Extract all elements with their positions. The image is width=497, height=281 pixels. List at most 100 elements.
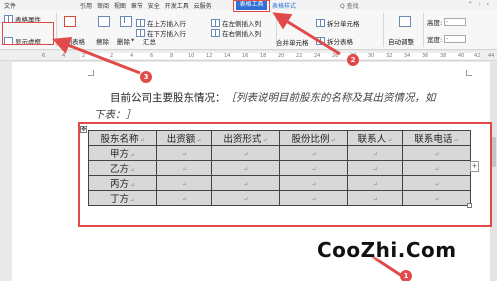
column-header[interactable]: 联系电话↵ bbox=[401, 130, 472, 146]
column-header[interactable]: 出资额↵ bbox=[156, 130, 212, 146]
table-cell[interactable]: ↵ bbox=[156, 160, 212, 176]
column-header[interactable]: 出资形式↵ bbox=[210, 130, 280, 146]
table-row: 丙方↵ ↵ ↵ ↵ ↵ ↵ bbox=[87, 175, 472, 191]
table-cell[interactable]: ↵ bbox=[347, 145, 403, 161]
ruler-tick: 20 bbox=[278, 53, 285, 59]
table-cell[interactable]: ↵ bbox=[278, 175, 349, 191]
margin-corner-mark bbox=[88, 70, 94, 76]
insert-row-below-button[interactable]: 在下方插入行 bbox=[136, 28, 186, 38]
ruler-tick: 22 bbox=[296, 53, 303, 59]
ruler-tick: 38 bbox=[440, 53, 447, 59]
column-header[interactable]: 联系人↵ bbox=[347, 130, 403, 146]
table-cell[interactable]: ↵ bbox=[210, 190, 280, 206]
table-cell[interactable]: ↵ bbox=[278, 190, 349, 206]
table-cell[interactable]: 乙方↵ bbox=[87, 160, 158, 176]
table-move-handle[interactable]: ✥ bbox=[80, 126, 87, 133]
tab-view[interactable]: 视图 bbox=[114, 3, 126, 10]
auto-fit-icon bbox=[399, 16, 411, 27]
column-header[interactable]: 股份比例↵ bbox=[278, 130, 349, 146]
width-label: 宽度: bbox=[427, 36, 443, 44]
column-header[interactable]: 股东名称↵ bbox=[87, 130, 158, 146]
tab-cloud[interactable]: 云服务 bbox=[194, 3, 212, 10]
step-badge-2: 2 bbox=[347, 54, 359, 66]
ruler-tick: 4 bbox=[130, 53, 134, 59]
step-badge-1: 1 bbox=[400, 270, 412, 281]
ruler-tick: 36 bbox=[422, 53, 429, 59]
table-cell[interactable]: 丙方↵ bbox=[87, 175, 158, 191]
insert-col-right-button[interactable]: 在右侧插入列 bbox=[211, 28, 261, 38]
width-input[interactable]: - bbox=[444, 35, 467, 43]
eraser-icon bbox=[98, 16, 110, 27]
draw-table-button[interactable] bbox=[64, 16, 78, 27]
ribbon-divider bbox=[423, 13, 424, 47]
table-cell[interactable]: 丁方↵ bbox=[87, 190, 158, 206]
table-cell[interactable]: 甲方↵ bbox=[87, 145, 158, 161]
split-cells-button[interactable]: 拆分单元格 bbox=[316, 18, 360, 28]
tab-reference[interactable]: 引用 bbox=[80, 3, 92, 10]
eraser-label: 擦除 bbox=[96, 38, 109, 46]
section-heading[interactable]: 目前公司主要股东情况：［列表说明目前股东的名称及其出资情况，如 bbox=[110, 90, 436, 105]
merge-cells-button[interactable]: 合并单元格 bbox=[276, 37, 309, 47]
height-input[interactable]: - bbox=[444, 18, 467, 26]
split-table-button[interactable]: 拆分表格 bbox=[316, 36, 353, 46]
add-column-plus-icon[interactable]: + bbox=[470, 161, 479, 172]
highlight-table-tools-tab bbox=[233, 0, 270, 12]
split-table-label: 拆分表格 bbox=[327, 38, 353, 46]
table-cell[interactable]: ↵ bbox=[401, 175, 472, 191]
margin-corner-mark bbox=[466, 70, 472, 76]
table-row: 甲方↵ ↵ ↵ ↵ ↵ ↵ bbox=[87, 145, 472, 161]
window-controls[interactable]: ⌃ : ‹ bbox=[468, 1, 491, 8]
ruler-tick: 2 bbox=[82, 53, 86, 59]
ruler-tick: 26 bbox=[332, 53, 339, 59]
table-cell[interactable]: ↵ bbox=[156, 145, 212, 161]
insert-left-icon bbox=[211, 19, 220, 27]
heading-continuation: 下表：］ bbox=[94, 109, 136, 121]
table-cell[interactable]: ↵ bbox=[156, 190, 212, 206]
ruler-tick: 14 bbox=[224, 53, 231, 59]
auto-fit-button[interactable] bbox=[399, 16, 413, 27]
table-cell[interactable]: ↵ bbox=[347, 190, 403, 206]
delete-button[interactable] bbox=[120, 16, 134, 27]
table-cell[interactable]: ↵ bbox=[347, 160, 403, 176]
table-row: 乙方↵ ↵ ↵ ↵ ↵ ↵ bbox=[87, 160, 472, 176]
ruler-tick: 6 bbox=[42, 53, 46, 59]
tab-developer[interactable]: 开发工具 bbox=[165, 3, 189, 10]
search-button[interactable]: Q 查找 bbox=[340, 1, 359, 10]
delete-dropdown-icon[interactable]: ▾ bbox=[131, 36, 134, 44]
table-resize-handle[interactable] bbox=[467, 203, 472, 208]
ruler-tick: 4 bbox=[62, 53, 66, 59]
table-cell[interactable]: ↵ bbox=[347, 175, 403, 191]
table-cell[interactable]: ↵ bbox=[401, 160, 472, 176]
delete-label: 删除 bbox=[117, 38, 130, 46]
tab-chapter[interactable]: 章节 bbox=[131, 3, 143, 10]
table-cell[interactable]: ↵ bbox=[210, 160, 280, 176]
tab-security[interactable]: 安全 bbox=[148, 3, 160, 10]
table-cell[interactable]: ↵ bbox=[156, 175, 212, 191]
col-width-control[interactable]: 宽度: - bbox=[427, 34, 467, 44]
table-cell[interactable]: ↵ bbox=[210, 175, 280, 191]
table-cell[interactable]: ↵ bbox=[278, 160, 349, 176]
split-table-icon bbox=[316, 37, 325, 45]
table-cell[interactable]: ↵ bbox=[278, 145, 349, 161]
height-label: 高度: bbox=[427, 19, 443, 27]
tab-table-style[interactable]: 表格样式 bbox=[272, 1, 296, 10]
insert-below-icon bbox=[136, 29, 145, 37]
auto-fit-label: 自动调整 bbox=[388, 38, 414, 46]
table-cell[interactable]: ↵ bbox=[401, 145, 472, 161]
tab-review[interactable]: 审阅 bbox=[97, 3, 109, 10]
insert-col-left-button[interactable]: 在左侧插入列 bbox=[211, 18, 261, 28]
split-cells-icon bbox=[316, 19, 325, 27]
table-cell[interactable]: ↵ bbox=[401, 190, 472, 206]
file-menu[interactable]: 文件 bbox=[4, 1, 16, 10]
ruler-tick: 40 bbox=[458, 53, 465, 59]
insert-row-above-button[interactable]: 在上方插入行 bbox=[136, 18, 186, 28]
ruler-tick: 30 bbox=[368, 53, 375, 59]
shareholder-table[interactable]: 股东名称↵ 出资额↵ 出资形式↵ 股份比例↵ 联系人↵ 联系电话↵ 甲方↵ ↵ … bbox=[87, 130, 472, 206]
pencil-icon bbox=[64, 16, 76, 27]
table-cell[interactable]: ↵ bbox=[210, 145, 280, 161]
horizontal-ruler[interactable]: 6 4 2 2 4 6 8 10 12 14 16 18 20 22 24 26… bbox=[0, 51, 497, 61]
ruler-tick: 6 bbox=[150, 53, 154, 59]
row-height-control[interactable]: 高度: - bbox=[427, 17, 467, 27]
eraser-button[interactable] bbox=[98, 16, 112, 27]
insert-below-label: 在下方插入行 bbox=[147, 30, 186, 38]
